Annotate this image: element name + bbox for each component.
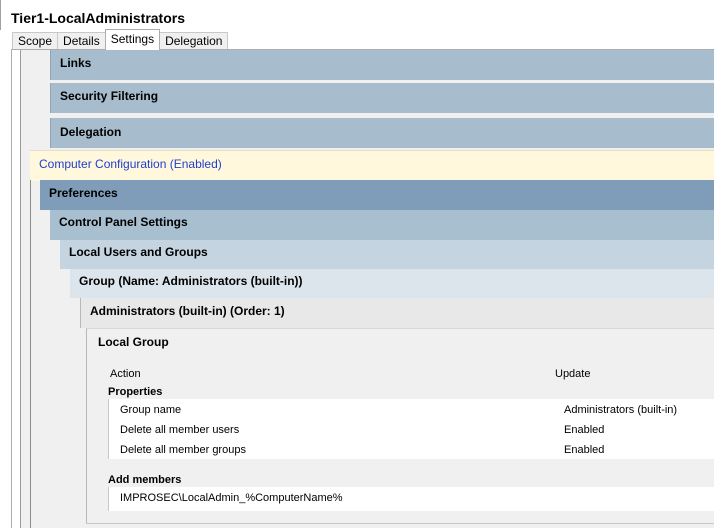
window-title-bar: Tier1-LocalAdministrators [0,0,714,30]
property-name: Delete all member users [120,424,240,436]
section-control-panel-settings[interactable]: Control Panel Settings [50,210,714,240]
section-computer-configuration[interactable]: Computer Configuration (Enabled) [30,150,714,181]
local-group-details: Action Update Properties Group name Admi… [86,358,714,523]
section-local-users-and-groups[interactable]: Local Users and Groups [60,240,714,269]
add-members-heading: Add members [108,474,182,486]
section-security-filtering-label: Security Filtering [60,89,159,103]
section-local-users-and-groups-label: Local Users and Groups [69,245,208,259]
section-delegation-label: Delegation [60,125,122,139]
bottom-border [86,523,714,524]
tab-delegation[interactable]: Delegation [159,32,229,50]
section-security-filtering[interactable]: Security Filtering [50,83,714,113]
tab-settings[interactable]: Settings [104,29,161,50]
tab-details[interactable]: Details [57,32,106,50]
property-value: Enabled [564,424,605,436]
section-preferences[interactable]: Preferences [40,180,714,210]
tab-strip: Scope Details Settings Delegation [12,29,229,50]
property-value: Enabled [564,444,605,456]
section-administrators-order-label: Administrators (built-in) (Order: 1) [90,304,285,318]
section-control-panel-settings-label: Control Panel Settings [59,215,188,229]
section-local-group[interactable]: Local Group [86,328,714,358]
properties-heading: Properties [108,386,163,398]
member-name: IMPROSEC\LocalAdmin_%ComputerName% [120,492,343,504]
report-content[interactable]: Links Security Filtering Delegation Comp… [20,50,714,528]
section-preferences-label: Preferences [49,186,118,200]
section-group-administrators[interactable]: Group (Name: Administrators (built-in)) [70,269,714,298]
members-table: IMPROSEC\LocalAdmin_%ComputerName% [108,487,714,511]
property-name: Delete all member groups [120,444,246,456]
property-name: Group name [120,404,182,416]
action-label: Action [110,368,141,380]
section-links[interactable]: Links [50,50,714,80]
section-group-administrators-label: Group (Name: Administrators (built-in)) [79,274,303,288]
action-value: Update [555,368,591,380]
section-computer-configuration-label: Computer Configuration (Enabled) [39,157,222,171]
tab-scope[interactable]: Scope [12,32,59,50]
section-delegation[interactable]: Delegation [50,118,714,148]
properties-table: Group name Administrators (built-in) Del… [108,399,714,459]
window-title: Tier1-LocalAdministrators [11,10,186,26]
property-value: Administrators (built-in) [564,404,678,416]
section-local-group-label: Local Group [98,335,169,349]
section-administrators-order[interactable]: Administrators (built-in) (Order: 1) [80,298,714,328]
section-links-label: Links [60,56,92,70]
indent-guide [30,180,31,528]
